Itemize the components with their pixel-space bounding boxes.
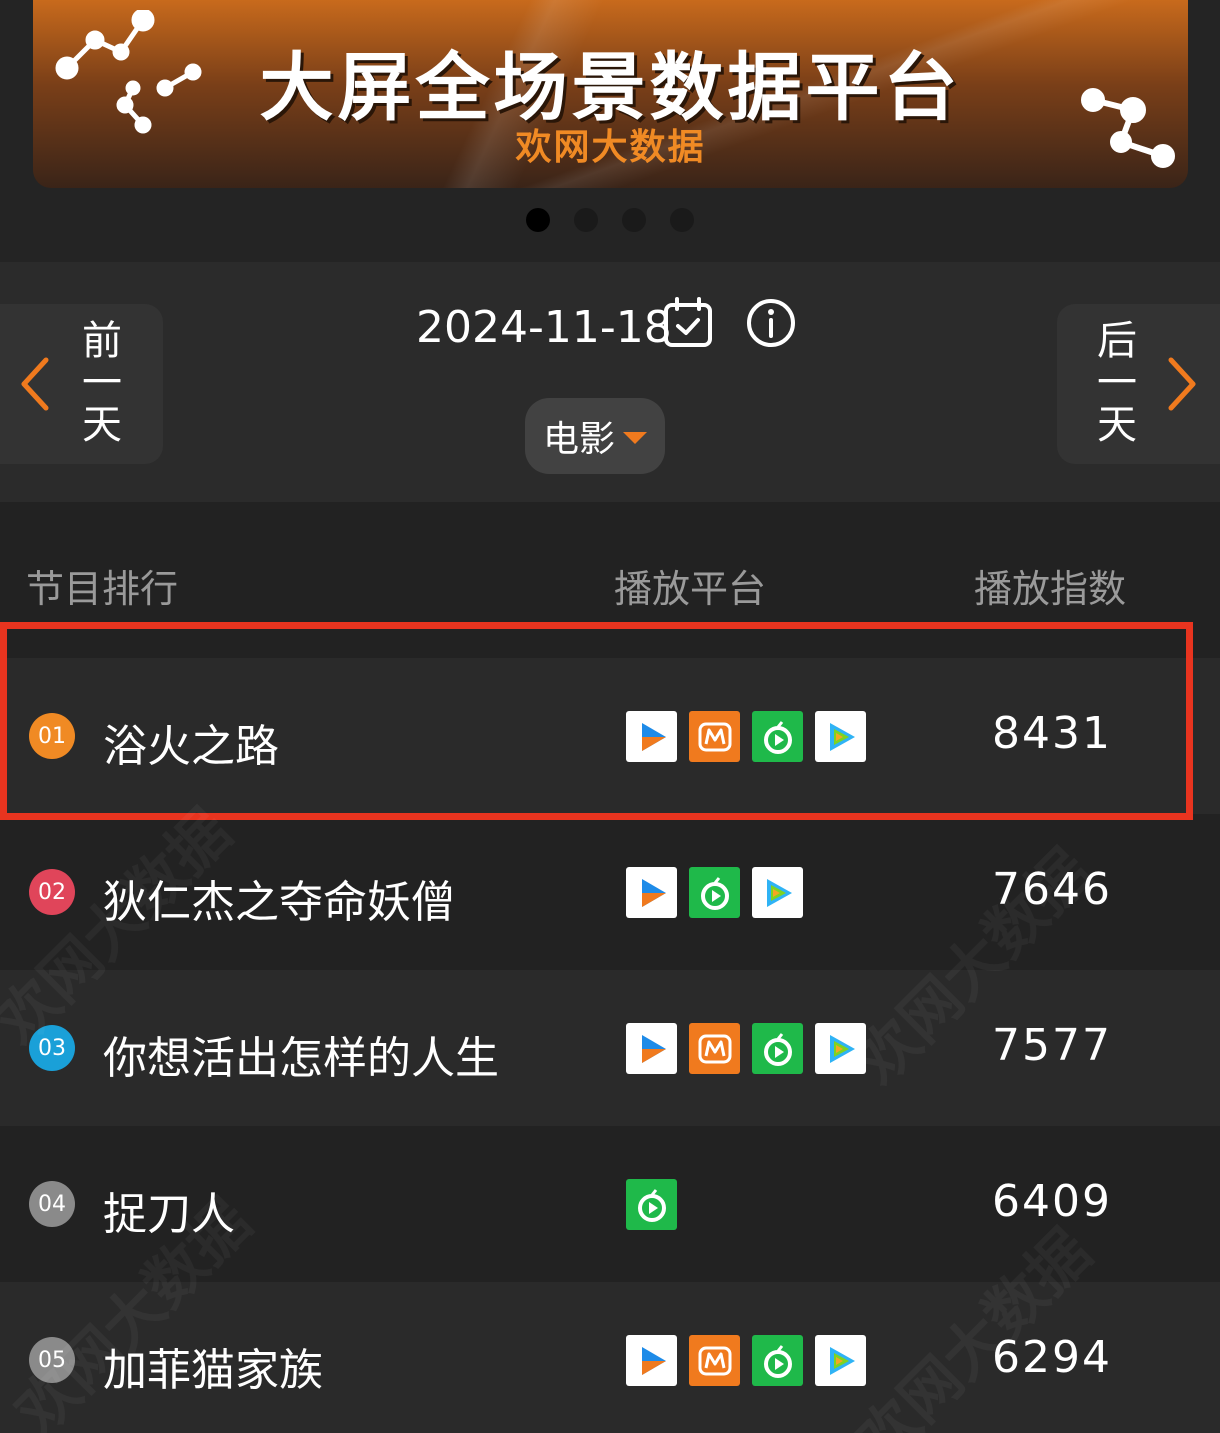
program-title[interactable]: 浴火之路 [103,710,279,774]
program-title[interactable]: 加菲猫家族 [103,1334,323,1398]
rank-badge: 05 [29,1337,75,1383]
prev-day-label: 前一天 [82,318,122,448]
mgtv-icon [689,1023,740,1074]
carousel-dot[interactable] [574,208,598,232]
header-index: 播放指数 [974,567,1127,611]
banner-carousel[interactable]: 大屏全场景数据平台 欢网大数据 [33,0,1188,188]
carousel-dot[interactable] [622,208,646,232]
category-dropdown[interactable]: 电影 [525,398,665,474]
chevron-right-icon [1168,357,1196,411]
platform-icons [626,1023,866,1074]
table-row[interactable]: 04 捉刀人 6409 [0,1126,1220,1282]
caret-down-icon [623,432,647,444]
play-index-value: 8431 [992,708,1112,759]
next-day-button[interactable]: 后一天 [1057,304,1220,464]
tencent-video-icon [815,711,866,762]
play-index-value: 7577 [992,1020,1112,1071]
iqiyi-icon [752,1023,803,1074]
info-icon[interactable] [745,297,797,349]
play-index-value: 6409 [992,1176,1112,1227]
youku-icon [626,867,677,918]
platform-icons [626,711,866,762]
platform-icons [626,867,803,918]
header-rank: 节目排行 [26,567,179,611]
table-row[interactable]: 02 狄仁杰之夺命妖僧 7646 [0,814,1220,970]
carousel-dot[interactable] [670,208,694,232]
rank-badge: 04 [29,1181,75,1227]
program-title[interactable]: 你想活出怎样的人生 [103,1022,499,1086]
youku-icon [626,711,677,762]
iqiyi-icon [689,867,740,918]
rank-badge: 02 [29,869,75,915]
header-platform: 播放平台 [614,567,767,611]
platform-icons [626,1179,677,1230]
next-day-label: 后一天 [1097,318,1137,448]
current-date[interactable]: 2024-11-18 [416,302,672,353]
table-header: 节目排行 播放平台 播放指数 [0,502,1220,658]
banner-area: 大屏全场景数据平台 欢网大数据 [0,0,1220,262]
table-row[interactable]: 01 浴火之路 8431 [0,658,1220,814]
category-label: 电影 [542,419,615,460]
platform-icons [626,1335,866,1386]
mgtv-icon [689,1335,740,1386]
iqiyi-icon [752,1335,803,1386]
program-title[interactable]: 捉刀人 [103,1178,235,1242]
tencent-video-icon [752,867,803,918]
program-title[interactable]: 狄仁杰之夺命妖僧 [103,866,455,930]
date-navigation: 前一天 2024-11-18 电影 后一天 [0,262,1220,502]
play-index-value: 6294 [992,1332,1112,1383]
rank-badge: 01 [29,713,75,759]
tencent-video-icon [815,1023,866,1074]
rank-badge: 03 [29,1025,75,1071]
tencent-video-icon [815,1335,866,1386]
youku-icon [626,1023,677,1074]
table-row[interactable]: 05 加菲猫家族 6294 [0,1282,1220,1433]
iqiyi-icon [752,711,803,762]
prev-day-button[interactable]: 前一天 [0,304,163,464]
table-row[interactable]: 03 你想活出怎样的人生 7577 [0,970,1220,1126]
carousel-dots [0,208,1220,232]
chevron-left-icon [21,357,49,411]
banner-subtitle: 欢网大数据 [515,127,706,168]
carousel-dot[interactable] [526,208,550,232]
mgtv-icon [689,711,740,762]
play-index-value: 7646 [992,864,1112,915]
youku-icon [626,1335,677,1386]
iqiyi-icon [626,1179,677,1230]
calendar-check-icon[interactable] [662,295,714,349]
